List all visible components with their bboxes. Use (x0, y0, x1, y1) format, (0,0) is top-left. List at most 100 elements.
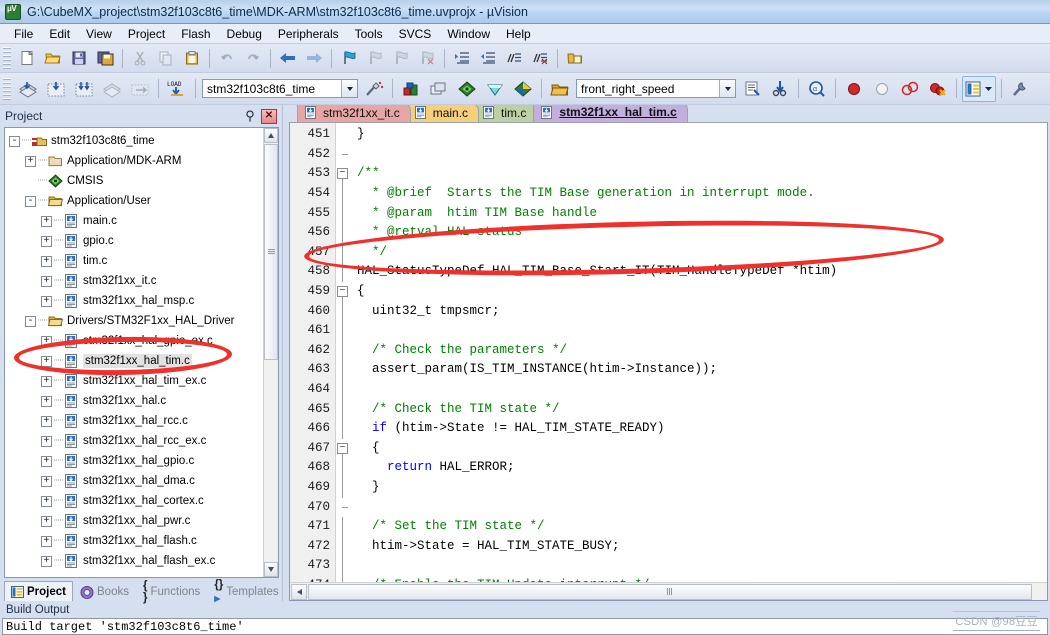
pack-installer-icon[interactable] (482, 76, 508, 102)
tree-item[interactable]: + stm32f1xx_hal_pwr.c (9, 511, 263, 531)
open-project-icon[interactable] (563, 47, 587, 70)
indent-icon[interactable] (450, 47, 474, 70)
expand-toggle-icon[interactable]: + (41, 375, 52, 387)
save-all-icon[interactable] (93, 47, 117, 70)
code-line[interactable]: /* Check the parameters */ (357, 341, 1047, 361)
expand-toggle-icon[interactable]: + (41, 395, 52, 407)
build-icon[interactable] (43, 76, 69, 102)
menu-item-help[interactable]: Help (498, 25, 539, 43)
breakpoints-clear-icon[interactable] (897, 76, 923, 102)
expand-toggle-icon[interactable]: + (41, 235, 52, 247)
code-line[interactable]: { (357, 282, 1047, 302)
code-line[interactable] (357, 498, 1047, 518)
new-file-icon[interactable] (15, 47, 39, 70)
stop-build-icon[interactable] (127, 76, 153, 102)
cut-icon[interactable] (128, 47, 152, 70)
code-line[interactable]: /* Enable the TIM Update interrupt */ (357, 576, 1047, 582)
tab-functions[interactable]: { } Functions (136, 580, 207, 604)
close-icon[interactable]: ✕ (261, 108, 277, 124)
expand-toggle-icon[interactable]: + (25, 155, 36, 167)
tree-item[interactable]: + Application/MDK-ARM (9, 151, 263, 171)
tree-item[interactable]: - Application/User (9, 191, 263, 211)
breakpoints-kill-icon[interactable] (925, 76, 951, 102)
code-line[interactable] (357, 145, 1047, 165)
tree-item[interactable]: + main.c (9, 211, 263, 231)
code-line[interactable]: } (357, 478, 1047, 498)
expand-toggle-icon[interactable]: + (41, 335, 52, 347)
cmsis-pack-icon[interactable] (454, 76, 480, 102)
bookmark-toggle-icon[interactable] (337, 47, 361, 70)
menu-item-project[interactable]: Project (120, 25, 173, 43)
navigate-back-icon[interactable] (276, 47, 300, 70)
open-file-icon[interactable] (41, 47, 65, 70)
expand-toggle-icon[interactable]: + (41, 215, 52, 227)
code-line[interactable]: * @brief Starts the TIM Base generation … (357, 184, 1047, 204)
collapse-toggle-icon[interactable]: - (25, 195, 36, 207)
code-text[interactable]: } /** * @brief Starts the TIM Base gener… (353, 123, 1047, 582)
batch-build-icon[interactable] (99, 76, 125, 102)
tree-item[interactable]: + stm32f1xx_it.c (9, 271, 263, 291)
menu-item-peripherals[interactable]: Peripherals (270, 25, 347, 43)
outdent-icon[interactable] (476, 47, 500, 70)
expand-toggle-icon[interactable]: + (41, 515, 52, 527)
fold-collapse-icon[interactable]: − (337, 286, 348, 297)
breakpoint-icon[interactable] (841, 76, 867, 102)
editor-tab[interactable]: tim.c (475, 105, 538, 123)
code-area[interactable]: 451 452 453 454 455 456 457 458 459 460 461 462 463 4… (290, 123, 1047, 582)
tree-item[interactable]: - Drivers/STM32F1xx_HAL_Driver (9, 311, 263, 331)
find-icon[interactable]: ɑ (804, 76, 830, 102)
scrollbar-thumb[interactable] (264, 144, 278, 360)
bookmark-next-icon[interactable] (389, 47, 413, 70)
chevron-down-icon[interactable] (719, 80, 735, 97)
code-line[interactable]: * @retval HAL status (357, 223, 1047, 243)
breakpoint-disable-icon[interactable] (869, 76, 895, 102)
menu-item-debug[interactable]: Debug (219, 25, 270, 43)
rebuild-icon[interactable] (71, 76, 97, 102)
undo-icon[interactable] (215, 47, 239, 70)
code-line[interactable] (357, 321, 1047, 341)
menu-item-svcs[interactable]: SVCS (391, 25, 440, 43)
project-tree-scrollbar[interactable] (263, 128, 278, 577)
configure-icon[interactable] (1007, 76, 1033, 102)
menu-item-tools[interactable]: Tools (347, 25, 391, 43)
expand-toggle-icon[interactable]: + (41, 355, 52, 367)
tab-templates[interactable]: {}▸ Templates (207, 579, 285, 605)
code-line[interactable]: } (357, 125, 1047, 145)
editor-horizontal-scrollbar[interactable] (290, 582, 1047, 600)
editor-tab[interactable]: stm32f1xx_hal_tim.c (533, 105, 688, 123)
code-line[interactable]: HAL_StatusTypeDef HAL_TIM_Base_Start_IT(… (357, 262, 1047, 282)
expand-toggle-icon[interactable]: + (41, 415, 52, 427)
menu-item-file[interactable]: File (6, 25, 41, 43)
expand-toggle-icon[interactable]: + (41, 275, 52, 287)
expand-toggle-icon[interactable]: + (41, 435, 52, 447)
tree-item[interactable]: + stm32f1xx_hal_dma.c (9, 471, 263, 491)
menu-item-view[interactable]: View (78, 25, 120, 43)
code-line[interactable]: * @param htim TIM Base handle (357, 204, 1047, 224)
code-line[interactable]: /* Check the TIM state */ (357, 400, 1047, 420)
scroll-left-icon[interactable] (291, 583, 307, 600)
expand-toggle-icon[interactable]: + (41, 455, 52, 467)
comment-icon[interactable] (502, 47, 526, 70)
code-line[interactable] (357, 380, 1047, 400)
hscroll-thumb[interactable] (308, 583, 1033, 600)
tree-item[interactable]: - stm32f103c8t6_time (9, 131, 263, 151)
tree-item[interactable]: + stm32f1xx_hal_rcc.c (9, 411, 263, 431)
target-options-icon[interactable] (361, 76, 387, 102)
redo-icon[interactable] (241, 47, 265, 70)
tree-item[interactable]: + stm32f1xx_hal_gpio_ex.c (9, 331, 263, 351)
code-line[interactable]: uint32_t tmpsmcr; (357, 302, 1047, 322)
hscroll-track[interactable] (308, 583, 1047, 600)
scroll-up-icon[interactable] (264, 128, 278, 143)
code-line[interactable]: /** (357, 164, 1047, 184)
menu-item-flash[interactable]: Flash (173, 25, 218, 43)
tree-item[interactable]: + stm32f1xx_hal.c (9, 391, 263, 411)
expand-toggle-icon[interactable]: + (41, 295, 52, 307)
pack-manager-icon[interactable] (510, 76, 536, 102)
tab-books[interactable]: Books (73, 582, 136, 601)
tree-item[interactable]: + stm32f1xx_hal_cortex.c (9, 491, 263, 511)
tree-item[interactable]: + tim.c (9, 251, 263, 271)
window-layout-icon[interactable] (962, 75, 996, 102)
tree-item[interactable]: + stm32f1xx_hal_tim_ex.c (9, 371, 263, 391)
find-in-files-icon[interactable] (767, 76, 793, 102)
expand-toggle-icon[interactable]: + (41, 495, 52, 507)
